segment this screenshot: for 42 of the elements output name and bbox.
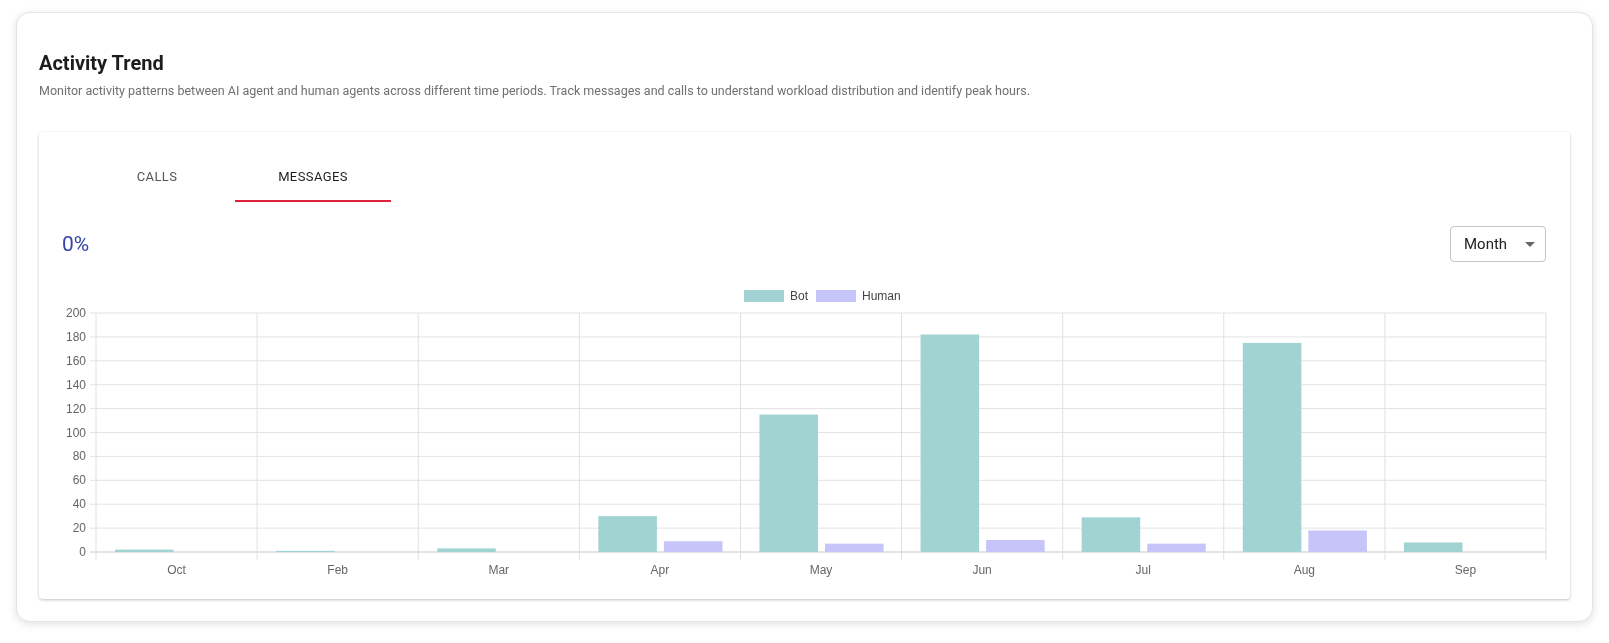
x-axis-label: Aug <box>1293 563 1315 577</box>
bar[interactable] <box>825 543 884 552</box>
y-axis-label: 80 <box>72 449 86 464</box>
x-axis-label: Apr <box>650 563 670 577</box>
x-axis-label: May <box>809 563 833 577</box>
card-title: Activity Trend <box>39 51 165 75</box>
legend-label: Human <box>862 289 901 303</box>
x-axis-label: Feb <box>327 563 348 577</box>
y-axis-label: 60 <box>72 473 86 488</box>
y-axis-label: 180 <box>65 329 86 344</box>
tab[interactable]: MESSAGES <box>235 152 391 202</box>
bar[interactable] <box>115 549 174 552</box>
bar[interactable] <box>437 548 496 552</box>
legend-label: Bot <box>790 289 808 303</box>
bar[interactable] <box>1308 530 1367 552</box>
y-axis-label: 120 <box>65 401 86 416</box>
x-axis-label: Oct <box>167 563 186 577</box>
x-axis-label: Jun <box>972 563 992 577</box>
bar[interactable] <box>986 540 1045 552</box>
x-axis-label: Sep <box>1454 563 1477 577</box>
card-description: Monitor activity patterns between AI agent and human agents across different time periods. Track messages and calls to understand workload distribution and identify peak hours. <box>39 83 1031 98</box>
bar[interactable] <box>598 516 657 552</box>
x-axis-label: Jul <box>1135 563 1151 577</box>
tab[interactable]: CALLS <box>79 152 235 202</box>
y-axis-label: 20 <box>72 521 86 536</box>
bar[interactable] <box>1403 542 1463 552</box>
y-axis-label: 160 <box>65 353 86 368</box>
period-select[interactable]: Month <box>1450 226 1546 262</box>
bar[interactable] <box>663 541 723 552</box>
y-axis-label: 0 <box>79 545 86 559</box>
y-axis-label: 100 <box>65 425 86 440</box>
bar[interactable] <box>920 334 980 552</box>
bar[interactable] <box>1147 543 1206 552</box>
y-axis-label: 40 <box>72 497 86 512</box>
percentage-value: 0% <box>62 232 90 256</box>
bar[interactable] <box>1081 517 1141 552</box>
y-axis-label: 140 <box>65 377 86 392</box>
y-axis-label: 200 <box>65 306 86 320</box>
bar[interactable] <box>759 414 818 552</box>
x-axis-label: Mar <box>488 563 510 577</box>
dropdown-arrow-icon <box>1525 241 1535 247</box>
bar[interactable] <box>1242 342 1302 552</box>
